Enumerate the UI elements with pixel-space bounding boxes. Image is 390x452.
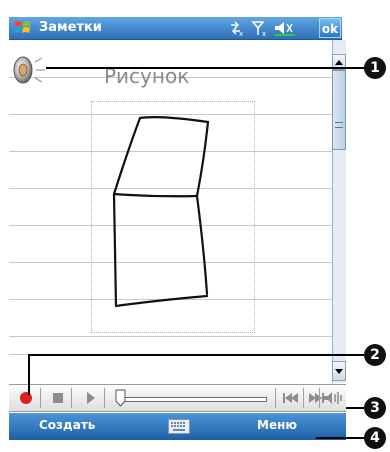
toolbar-divider	[71, 388, 72, 408]
menu-bar: Создать Меню	[9, 413, 346, 440]
cube-sketch	[112, 116, 210, 308]
callout-badge-4: 4	[364, 427, 386, 449]
stop-icon[interactable]	[47, 387, 69, 409]
toolbar-divider	[275, 388, 276, 408]
callout-line-4	[316, 437, 364, 439]
keyboard-icon[interactable]	[168, 419, 190, 434]
svg-text:x: x	[262, 30, 266, 37]
signal-off-icon[interactable]: x	[251, 21, 266, 37]
speaker-voice-note-icon[interactable]	[11, 52, 47, 88]
seek-slider-thumb[interactable]	[115, 389, 126, 407]
callout-line-3	[346, 407, 364, 409]
callout-badge-3: 3	[364, 397, 386, 419]
scroll-down-button[interactable]	[332, 361, 346, 381]
play-icon[interactable]	[79, 387, 101, 409]
create-softkey[interactable]: Создать	[39, 418, 95, 432]
ruled-line	[9, 336, 332, 337]
menu-softkey[interactable]: Меню	[257, 418, 297, 432]
status-icons[interactable]: x x	[229, 19, 315, 37]
callout-badge-1: 1	[364, 57, 386, 79]
scroll-thumb[interactable]	[332, 70, 346, 150]
callout-badge-2: 2	[364, 344, 386, 366]
arrow-down-icon	[335, 369, 343, 374]
toolbar-divider	[303, 388, 304, 408]
windows-start-icon[interactable]	[13, 19, 33, 37]
toolbar-divider	[40, 388, 41, 408]
toolbar-divider	[319, 388, 320, 408]
ok-button[interactable]: ok	[319, 18, 341, 38]
svg-text:x: x	[239, 30, 243, 37]
grip-icon	[335, 122, 343, 128]
callout-line-2	[28, 354, 364, 356]
title-bar: Заметки x x ok	[9, 17, 342, 40]
volume-icon[interactable]	[321, 387, 343, 409]
volume-muted-icon[interactable]	[275, 22, 295, 36]
toolbar-divider	[104, 388, 105, 408]
skip-back-icon[interactable]	[279, 387, 301, 409]
seek-slider-track[interactable]	[121, 397, 267, 402]
record-icon[interactable]	[15, 387, 37, 409]
app-title: Заметки	[39, 20, 102, 35]
callout-line-1	[46, 67, 364, 69]
connectivity-icon[interactable]: x	[231, 21, 243, 37]
callout-line-2-vertical	[28, 354, 30, 395]
